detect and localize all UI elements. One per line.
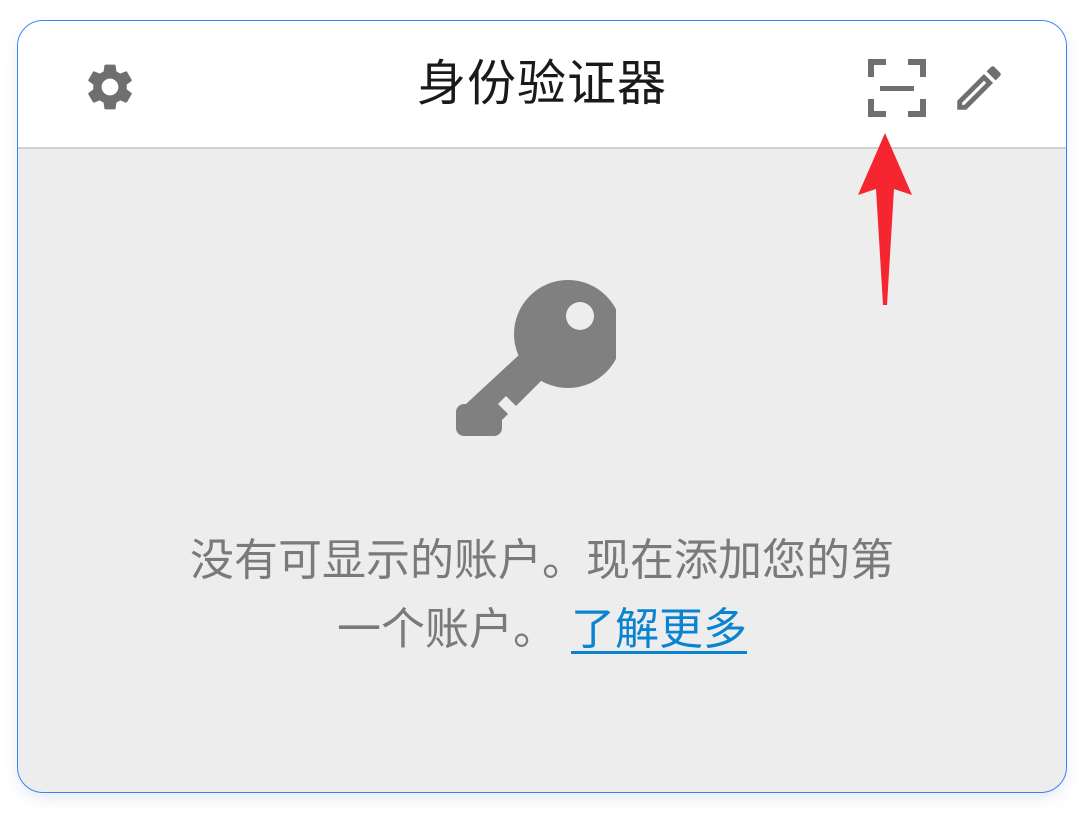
- annotation-arrow: [858, 133, 912, 305]
- message-line-1: 没有可显示的账户。现在添加您的第: [190, 535, 894, 586]
- scan-qr-button[interactable]: [868, 59, 926, 117]
- pencil-icon: [957, 66, 1001, 110]
- learn-more-link[interactable]: 了解更多: [571, 604, 747, 655]
- scan-qr-icon: [868, 59, 926, 117]
- authenticator-popup: 身份验证器 没有可显示的账户。现在添加您的第 一个账户。 了解更多: [17, 20, 1067, 793]
- message-line-2-text: 一个账户。: [337, 604, 557, 655]
- empty-state-message: 没有可显示的账户。现在添加您的第 一个账户。 了解更多: [58, 526, 1026, 664]
- edit-button[interactable]: [950, 59, 1008, 117]
- message-line-2: 一个账户。 了解更多: [58, 595, 1026, 664]
- key-icon: [456, 280, 616, 436]
- header-bar: 身份验证器: [18, 21, 1066, 149]
